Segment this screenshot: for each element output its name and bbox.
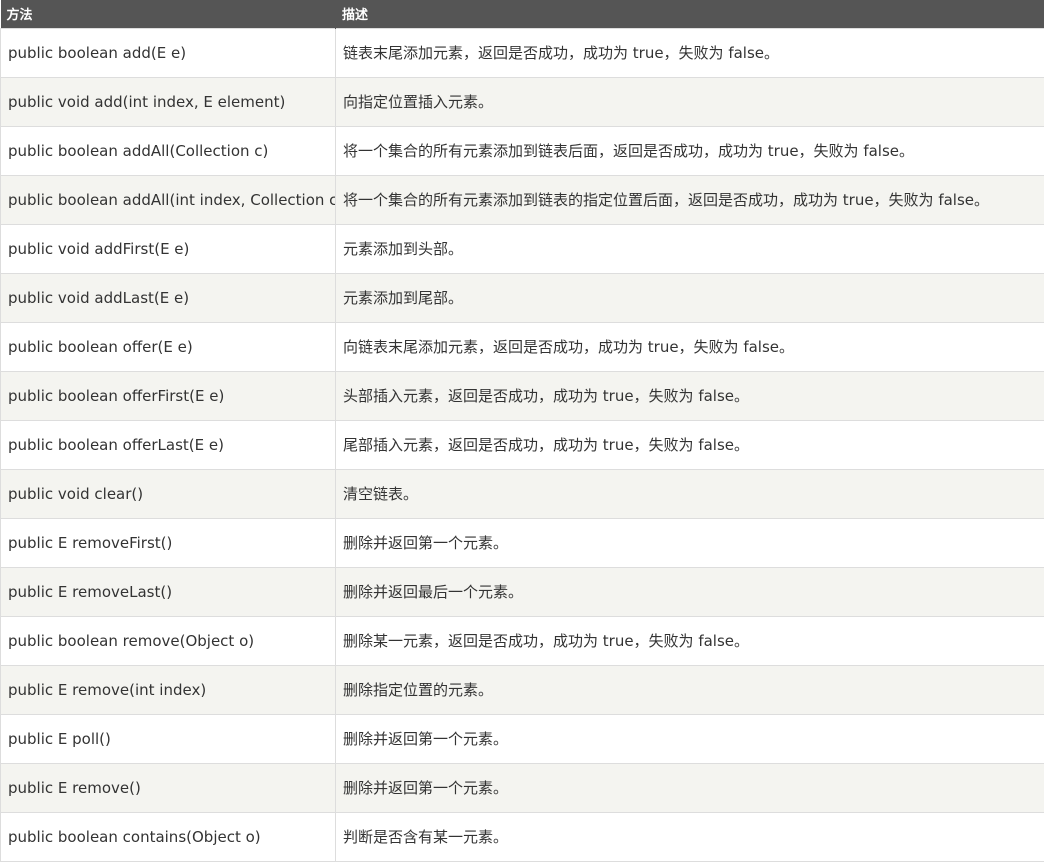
method-cell: public boolean offerLast(E e) <box>0 419 336 470</box>
method-cell: public E remove(int index) <box>0 664 336 715</box>
table-row: public void addLast(E e) 元素添加到尾部。 <box>0 272 1044 323</box>
method-cell: public E removeLast() <box>0 566 336 617</box>
description-cell: 判断是否含有某一元素。 <box>335 811 1044 862</box>
header-row: 方法 描述 <box>0 0 1044 28</box>
method-cell: public E removeFirst() <box>0 517 336 568</box>
description-cell: 清空链表。 <box>335 468 1044 519</box>
description-cell: 删除并返回最后一个元素。 <box>335 566 1044 617</box>
table-row: public boolean offerLast(E e) 尾部插入元素，返回是… <box>0 419 1044 470</box>
method-cell: public boolean offer(E e) <box>0 321 336 372</box>
description-cell: 尾部插入元素，返回是否成功，成功为 true，失败为 false。 <box>335 419 1044 470</box>
description-cell: 删除并返回第一个元素。 <box>335 713 1044 764</box>
table-row: public boolean remove(Object o) 删除某一元素，返… <box>0 615 1044 666</box>
table-row: public void addFirst(E e) 元素添加到头部。 <box>0 223 1044 274</box>
table-row: public void add(int index, E element) 向指… <box>0 76 1044 127</box>
table-row: public boolean addAll(Collection c) 将一个集… <box>0 125 1044 176</box>
method-cell: public boolean addAll(Collection c) <box>0 125 336 176</box>
table-row: public E remove(int index) 删除指定位置的元素。 <box>0 664 1044 715</box>
table-row: public void clear() 清空链表。 <box>0 468 1044 519</box>
table-row: public E poll() 删除并返回第一个元素。 <box>0 713 1044 764</box>
description-cell: 删除并返回第一个元素。 <box>335 762 1044 813</box>
table-header: 方法 描述 <box>0 0 1044 28</box>
method-cell: public boolean offerFirst(E e) <box>0 370 336 421</box>
description-cell: 元素添加到头部。 <box>335 223 1044 274</box>
table-row: public E removeLast() 删除并返回最后一个元素。 <box>0 566 1044 617</box>
method-cell: public boolean remove(Object o) <box>0 615 336 666</box>
method-cell: public boolean contains(Object o) <box>0 811 336 862</box>
description-cell: 向指定位置插入元素。 <box>335 76 1044 127</box>
header-method: 方法 <box>0 0 336 28</box>
method-cell: public void add(int index, E element) <box>0 76 336 127</box>
method-cell: public E poll() <box>0 713 336 764</box>
header-description: 描述 <box>335 0 1044 28</box>
table-row: public boolean add(E e) 链表末尾添加元素，返回是否成功，… <box>0 27 1044 78</box>
table-row: public boolean contains(Object o) 判断是否含有… <box>0 811 1044 862</box>
table-row: public boolean offer(E e) 向链表末尾添加元素，返回是否… <box>0 321 1044 372</box>
method-table: 方法 描述 public boolean add(E e) 链表末尾添加元素，返… <box>0 0 1044 862</box>
table-row: public E removeFirst() 删除并返回第一个元素。 <box>0 517 1044 568</box>
method-cell: public boolean add(E e) <box>0 27 336 78</box>
description-cell: 向链表末尾添加元素，返回是否成功，成功为 true，失败为 false。 <box>335 321 1044 372</box>
table-row: public E remove() 删除并返回第一个元素。 <box>0 762 1044 813</box>
table-row: public boolean offerFirst(E e) 头部插入元素，返回… <box>0 370 1044 421</box>
description-cell: 头部插入元素，返回是否成功，成功为 true，失败为 false。 <box>335 370 1044 421</box>
method-cell: public void addFirst(E e) <box>0 223 336 274</box>
method-cell: public E remove() <box>0 762 336 813</box>
table-row: public boolean addAll(int index, Collect… <box>0 174 1044 225</box>
description-cell: 链表末尾添加元素，返回是否成功，成功为 true，失败为 false。 <box>335 27 1044 78</box>
description-cell: 删除并返回第一个元素。 <box>335 517 1044 568</box>
description-cell: 删除指定位置的元素。 <box>335 664 1044 715</box>
description-cell: 将一个集合的所有元素添加到链表的指定位置后面，返回是否成功，成功为 true，失… <box>335 174 1044 225</box>
method-cell: public boolean addAll(int index, Collect… <box>0 174 336 225</box>
description-cell: 将一个集合的所有元素添加到链表后面，返回是否成功，成功为 true，失败为 fa… <box>335 125 1044 176</box>
method-cell: public void clear() <box>0 468 336 519</box>
description-cell: 删除某一元素，返回是否成功，成功为 true，失败为 false。 <box>335 615 1044 666</box>
description-cell: 元素添加到尾部。 <box>335 272 1044 323</box>
table-body: public boolean add(E e) 链表末尾添加元素，返回是否成功，… <box>0 27 1044 862</box>
method-cell: public void addLast(E e) <box>0 272 336 323</box>
